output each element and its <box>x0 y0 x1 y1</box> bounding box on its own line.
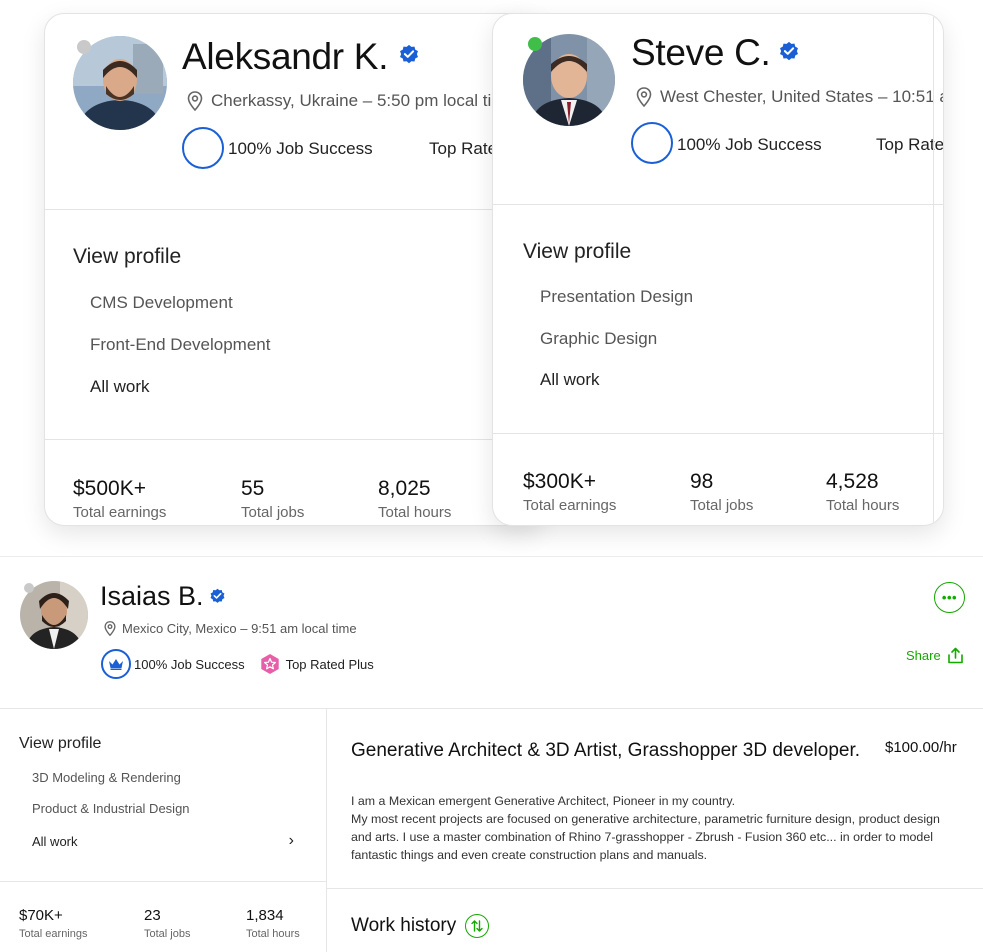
total-hours-label: Total hours <box>826 497 900 514</box>
all-work-link[interactable]: All work <box>540 370 600 390</box>
category-link[interactable]: Product & Industrial Design <box>32 801 190 816</box>
profile-description: I am a Mexican emergent Generative Archi… <box>351 792 963 864</box>
freelancer-name: Aleksandr K. <box>182 36 389 77</box>
location-pin-icon <box>636 87 652 107</box>
location-label: West Chester, United States – 10:51 am l… <box>660 87 943 106</box>
all-work-link[interactable]: All work <box>90 377 150 397</box>
location-label: Mexico City, Mexico – 9:51 am local time <box>122 621 357 636</box>
total-hours-value: 4,528 <box>826 470 879 493</box>
total-earnings-value: $500K+ <box>73 477 146 500</box>
top-rated-plus-label: Top Rated Plus <box>285 656 374 672</box>
divider <box>45 439 543 440</box>
divider <box>0 881 326 882</box>
offline-status-dot <box>24 583 34 593</box>
online-status-dot <box>528 37 542 51</box>
category-link[interactable]: Front-End Development <box>90 335 270 355</box>
location-pin-icon <box>104 621 116 636</box>
badge-row: 100% Job Success Top Rated Plus <box>101 649 374 679</box>
share-label: Share <box>906 648 941 663</box>
total-earnings-label: Total earnings <box>73 504 167 521</box>
chevron-right-icon: › <box>288 832 294 849</box>
total-earnings-label: Total earnings <box>523 497 617 514</box>
category-link[interactable]: 3D Modeling & Rendering <box>32 770 181 785</box>
location-pin-icon <box>187 91 203 111</box>
all-work-link[interactable]: All work › <box>32 832 294 850</box>
work-history-heading: Work history <box>351 914 490 938</box>
category-link[interactable]: Graphic Design <box>540 329 657 349</box>
location-text: Cherkassy, Ukraine – 5:50 pm local time <box>187 91 515 111</box>
more-options-icon[interactable]: ••• <box>934 582 965 613</box>
total-jobs-label: Total jobs <box>690 497 754 514</box>
location-text: West Chester, United States – 10:51 am l… <box>636 87 943 107</box>
location-label: Cherkassy, Ukraine – 5:50 pm local time <box>211 91 515 110</box>
total-jobs-label: Total jobs <box>144 928 191 940</box>
divider <box>45 209 543 210</box>
description-line: I am a Mexican emergent Generative Archi… <box>351 794 736 808</box>
divider <box>493 204 943 205</box>
view-profile-heading: View profile <box>73 245 182 268</box>
all-work-label: All work <box>32 833 78 849</box>
verified-badge-icon <box>210 588 225 603</box>
total-jobs-value: 98 <box>690 470 714 493</box>
verified-badge-icon <box>400 44 418 64</box>
total-jobs-value: 55 <box>241 477 265 500</box>
freelancer-card-steve[interactable]: Steve C. West Chester, United States – 1… <box>492 13 944 526</box>
job-success-ring <box>631 122 673 164</box>
work-history-label: Work history <box>351 915 457 936</box>
description-line: My most recent projects are focused on g… <box>351 812 940 826</box>
share-button[interactable]: Share <box>906 647 964 664</box>
total-earnings-label: Total earnings <box>19 928 88 940</box>
job-success-label: 100% Job Success <box>228 139 373 158</box>
vertical-divider <box>933 14 934 525</box>
total-hours-label: Total hours <box>246 928 300 940</box>
job-success-label: 100% Job Success <box>134 656 245 672</box>
job-success-ring <box>182 127 224 169</box>
total-hours-value: 1,834 <box>246 907 284 924</box>
total-hours-value: 8,025 <box>378 477 431 500</box>
crown-icon <box>101 649 131 679</box>
share-icon <box>947 647 963 664</box>
description-line: fantastic things and even create constru… <box>351 848 708 862</box>
freelancer-name: Isaias B. <box>100 581 204 611</box>
vertical-divider <box>326 708 327 952</box>
offline-status-dot <box>77 40 91 54</box>
description-line: and arts. I use a master combination of … <box>351 830 933 844</box>
total-hours-label: Total hours <box>378 504 452 521</box>
freelancer-card-aleksandr[interactable]: Aleksandr K. Cherkassy, Ukraine – 5:50 p… <box>44 13 544 526</box>
top-rated-plus-icon <box>260 654 279 674</box>
verified-badge-icon <box>780 41 798 61</box>
profile-title: Generative Architect & 3D Artist, Grassh… <box>351 740 861 761</box>
job-success-label: 100% Job Success <box>677 135 822 154</box>
freelancer-profile-isaias: Isaias B. Mexico City, Mexico – 9:51 am … <box>0 556 983 952</box>
freelancer-name: Steve C. <box>631 32 771 73</box>
divider <box>0 708 983 709</box>
view-profile-heading: View profile <box>19 735 102 752</box>
sort-icon[interactable] <box>465 914 490 938</box>
location-text: Mexico City, Mexico – 9:51 am local time <box>104 621 357 636</box>
category-link[interactable]: Presentation Design <box>540 287 693 307</box>
total-earnings-value: $70K+ <box>19 907 63 924</box>
hourly-rate: $100.00/hr <box>885 739 957 756</box>
total-earnings-value: $300K+ <box>523 470 596 493</box>
divider <box>493 433 943 434</box>
category-link[interactable]: CMS Development <box>90 293 233 313</box>
view-profile-heading: View profile <box>523 240 632 263</box>
divider <box>326 888 983 889</box>
total-jobs-label: Total jobs <box>241 504 305 521</box>
total-jobs-value: 23 <box>144 907 161 924</box>
